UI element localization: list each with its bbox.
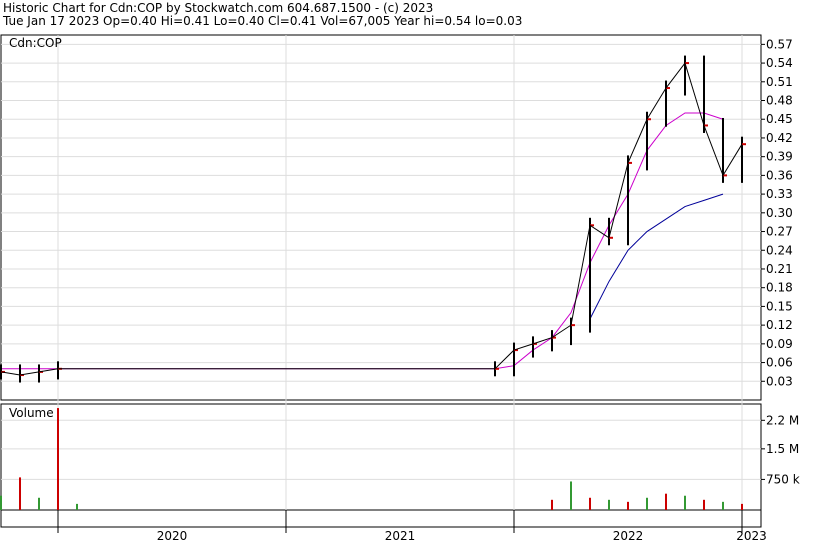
price-tick-label: 0.42: [766, 131, 793, 145]
price-tick-label: 0.21: [766, 262, 793, 276]
price-tick-label: 0.06: [766, 356, 793, 370]
price-tick-label: 0.33: [766, 187, 793, 201]
volume-bar: [646, 497, 648, 510]
volume-tick-label: 750 k: [766, 472, 800, 486]
volume-bar: [741, 503, 743, 510]
price-panel: [0, 34, 762, 401]
volume-bar: [57, 408, 59, 510]
price-tick-label: 0.24: [766, 243, 793, 257]
volume-bar: [608, 499, 610, 510]
price-tick-label: 0.03: [766, 374, 793, 388]
volume-bar: [589, 497, 591, 510]
volume-bar: [627, 501, 629, 510]
price-tick-label: 0.48: [766, 94, 793, 108]
price-tick-label: 0.36: [766, 168, 793, 182]
price-tick-label: 0.18: [766, 281, 793, 295]
price-tick-label: 0.30: [766, 206, 793, 220]
x-axis-band: [0, 509, 762, 528]
price-volume-chart: 2020 2021 2022 2023 0.57 0.54 0.51 0.48 0.45 0.42…: [0, 34, 800, 543]
volume-bar: [19, 477, 21, 510]
price-tick-label: 0.09: [766, 337, 793, 351]
x-tick-label: 2021: [385, 529, 416, 543]
volume-bar: [684, 495, 686, 510]
symbol-label: Cdn:COP: [9, 36, 62, 50]
x-tick-label: 2023: [736, 529, 767, 543]
volume-bar: [570, 481, 572, 510]
price-tick-label: 0.57: [766, 37, 793, 51]
price-tick-label: 0.45: [766, 112, 793, 126]
x-tick-label: 2022: [613, 529, 644, 543]
price-tick-label: 0.12: [766, 318, 793, 332]
volume-bar: [665, 493, 667, 510]
price-tick-label: 0.27: [766, 225, 793, 239]
volume-bar: [551, 499, 553, 510]
price-tick-label: 0.54: [766, 56, 793, 70]
volume-bar: [76, 503, 78, 510]
volume-tick-label: 2.2 M: [766, 413, 799, 427]
volume-bar: [0, 495, 2, 510]
volume-bar: [38, 497, 40, 510]
x-tick-label: 2020: [157, 529, 188, 543]
volume-label: Volume: [9, 406, 54, 420]
volume-bar: [703, 499, 705, 510]
volume-tick-label: 1.5 M: [766, 442, 799, 456]
volume-bar: [722, 501, 724, 510]
price-tick-label: 0.15: [766, 299, 793, 313]
price-tick-label: 0.51: [766, 75, 793, 89]
price-tick-label: 0.39: [766, 150, 793, 164]
